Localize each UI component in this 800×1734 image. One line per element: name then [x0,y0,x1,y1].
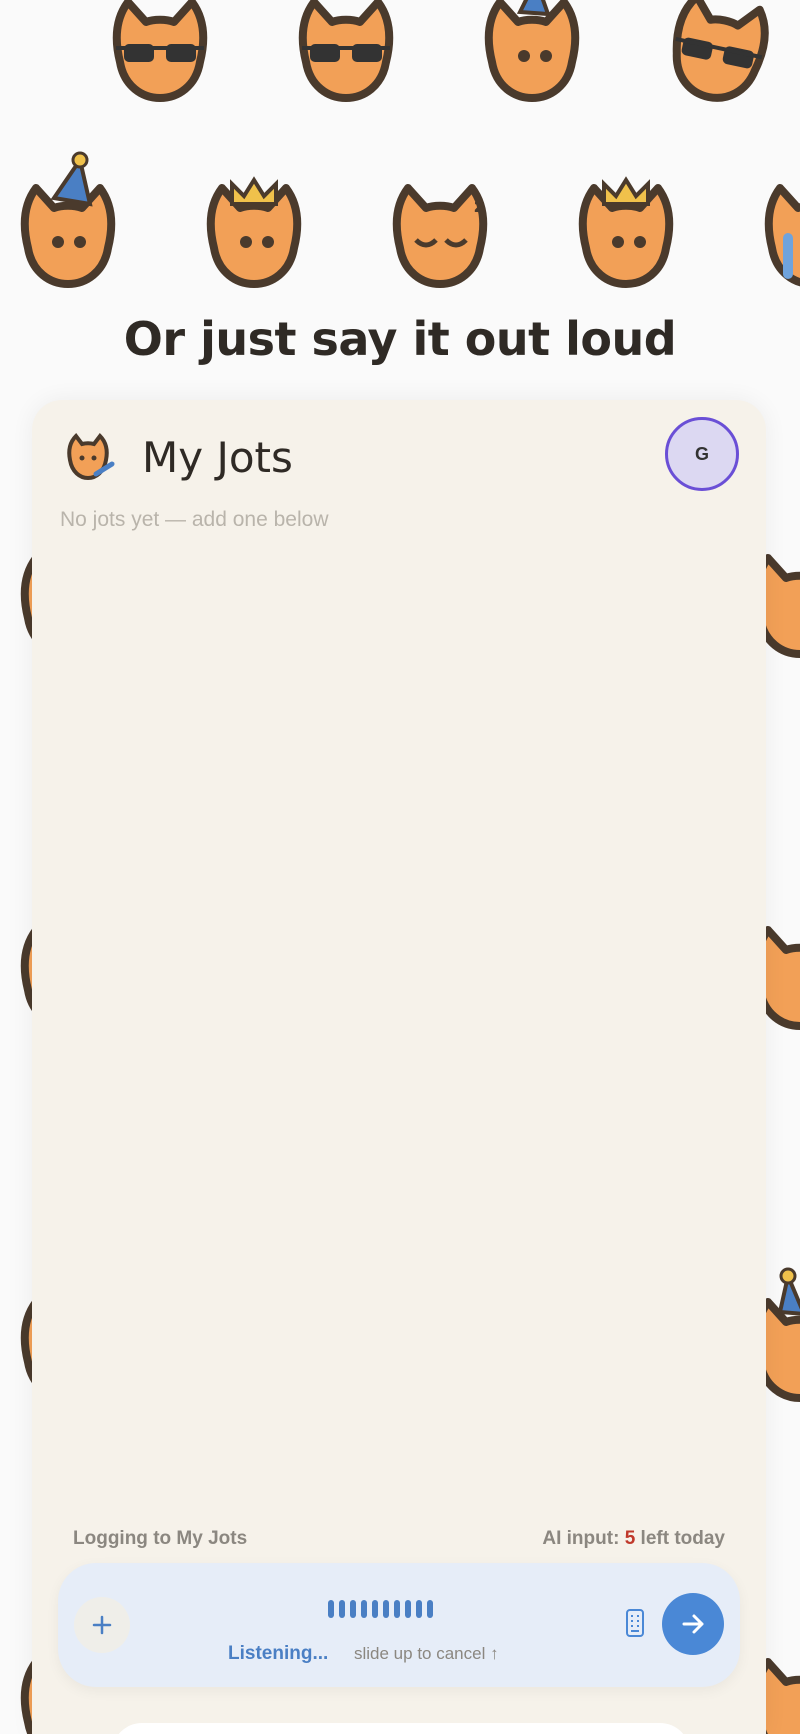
ai-quota-count: 5 [624,1528,636,1549]
slide-cancel-hint: slide up to cancel ↑ [354,1644,499,1663]
ai-quota-suffix: left today [635,1528,725,1549]
user-avatar[interactable]: G [665,417,739,491]
arrow-right-icon [682,1614,704,1634]
cat-sunglasses-icon [665,0,771,106]
cat-crown-icon [211,176,298,284]
add-button[interactable] [74,1597,130,1653]
listening-status: Listening... [228,1643,329,1664]
avatar-initial: G [694,443,709,464]
bottom-sheet-handle [112,1723,690,1734]
send-button[interactable] [662,1593,724,1655]
cat-party-hat-icon [489,0,576,98]
cat-crown-icon [583,176,670,284]
cat-sunglasses-icon [302,2,390,98]
svg-text:z: z [474,196,484,217]
logging-label: Logging to My Jots [73,1528,248,1549]
ai-quota-prefix: AI input: [542,1528,625,1549]
plus-icon [92,1615,112,1635]
cat-sunglasses-icon [116,2,204,98]
cat-party-hat-icon [25,151,112,284]
jots-app-card: My Jots G No jots yet — add one below Lo… [32,400,766,1734]
headline: Or just say it out loud [123,312,677,366]
empty-state-message: No jots yet — add one below [60,508,329,531]
audio-waveform [328,1599,433,1619]
cat-app-icon [67,432,115,481]
voice-input-bar: Listening... slide up to cancel ↑ [58,1563,740,1687]
cat-crying-icon [769,188,800,284]
keyboard-icon[interactable] [626,1609,644,1637]
cat-sleepy-icon: z [397,188,485,284]
ai-input-quota: AI input: 5 left today [542,1528,725,1550]
app-title: My Jots [142,433,293,482]
